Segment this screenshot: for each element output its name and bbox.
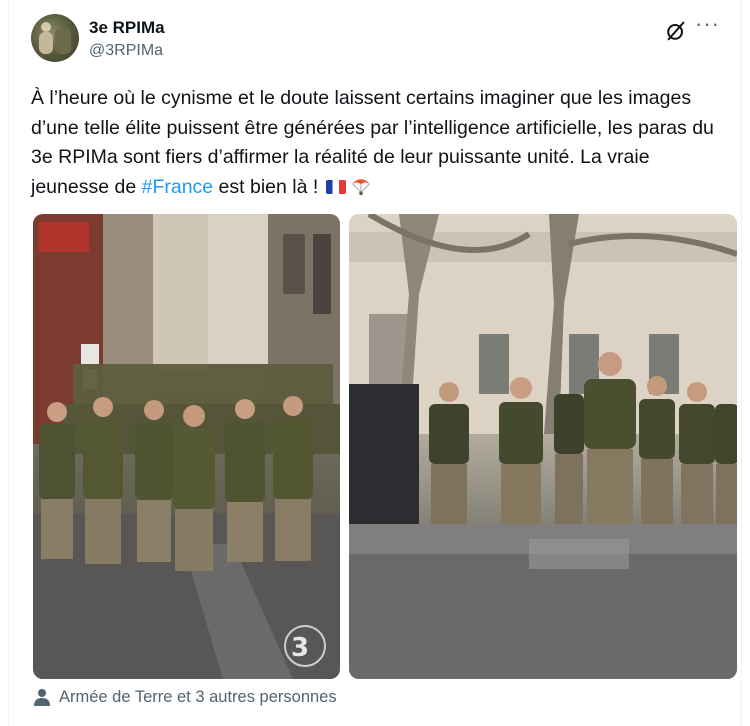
- person-icon: [34, 689, 50, 706]
- author-name[interactable]: 3e RPIMa: [89, 18, 165, 38]
- tweet-text-body: À l’heure où le cynisme et le doute lais…: [31, 87, 714, 198]
- flag-france-icon: [325, 179, 346, 194]
- media-photo-right[interactable]: [349, 214, 737, 679]
- tweet-card: 3e RPIMa @3RPIMa ··· À l’heure où le cyn…: [8, 0, 742, 726]
- grok-icon[interactable]: [665, 20, 687, 42]
- more-options-icon[interactable]: ···: [695, 13, 719, 40]
- hashtag-link[interactable]: #France: [142, 176, 214, 198]
- avatar[interactable]: [31, 14, 79, 62]
- tweet-text-tail: est bien là !: [213, 175, 324, 198]
- tweet-text: À l’heure où le cynisme et le doute lais…: [31, 84, 731, 202]
- liked-by-label: Armée de Terre et 3 autres personnes: [59, 688, 337, 706]
- author-handle[interactable]: @3RPIMa: [89, 42, 163, 60]
- left-photo-logo: 3: [291, 633, 309, 663]
- parachute-icon: [351, 178, 370, 195]
- media-photo-left[interactable]: 3: [33, 214, 340, 679]
